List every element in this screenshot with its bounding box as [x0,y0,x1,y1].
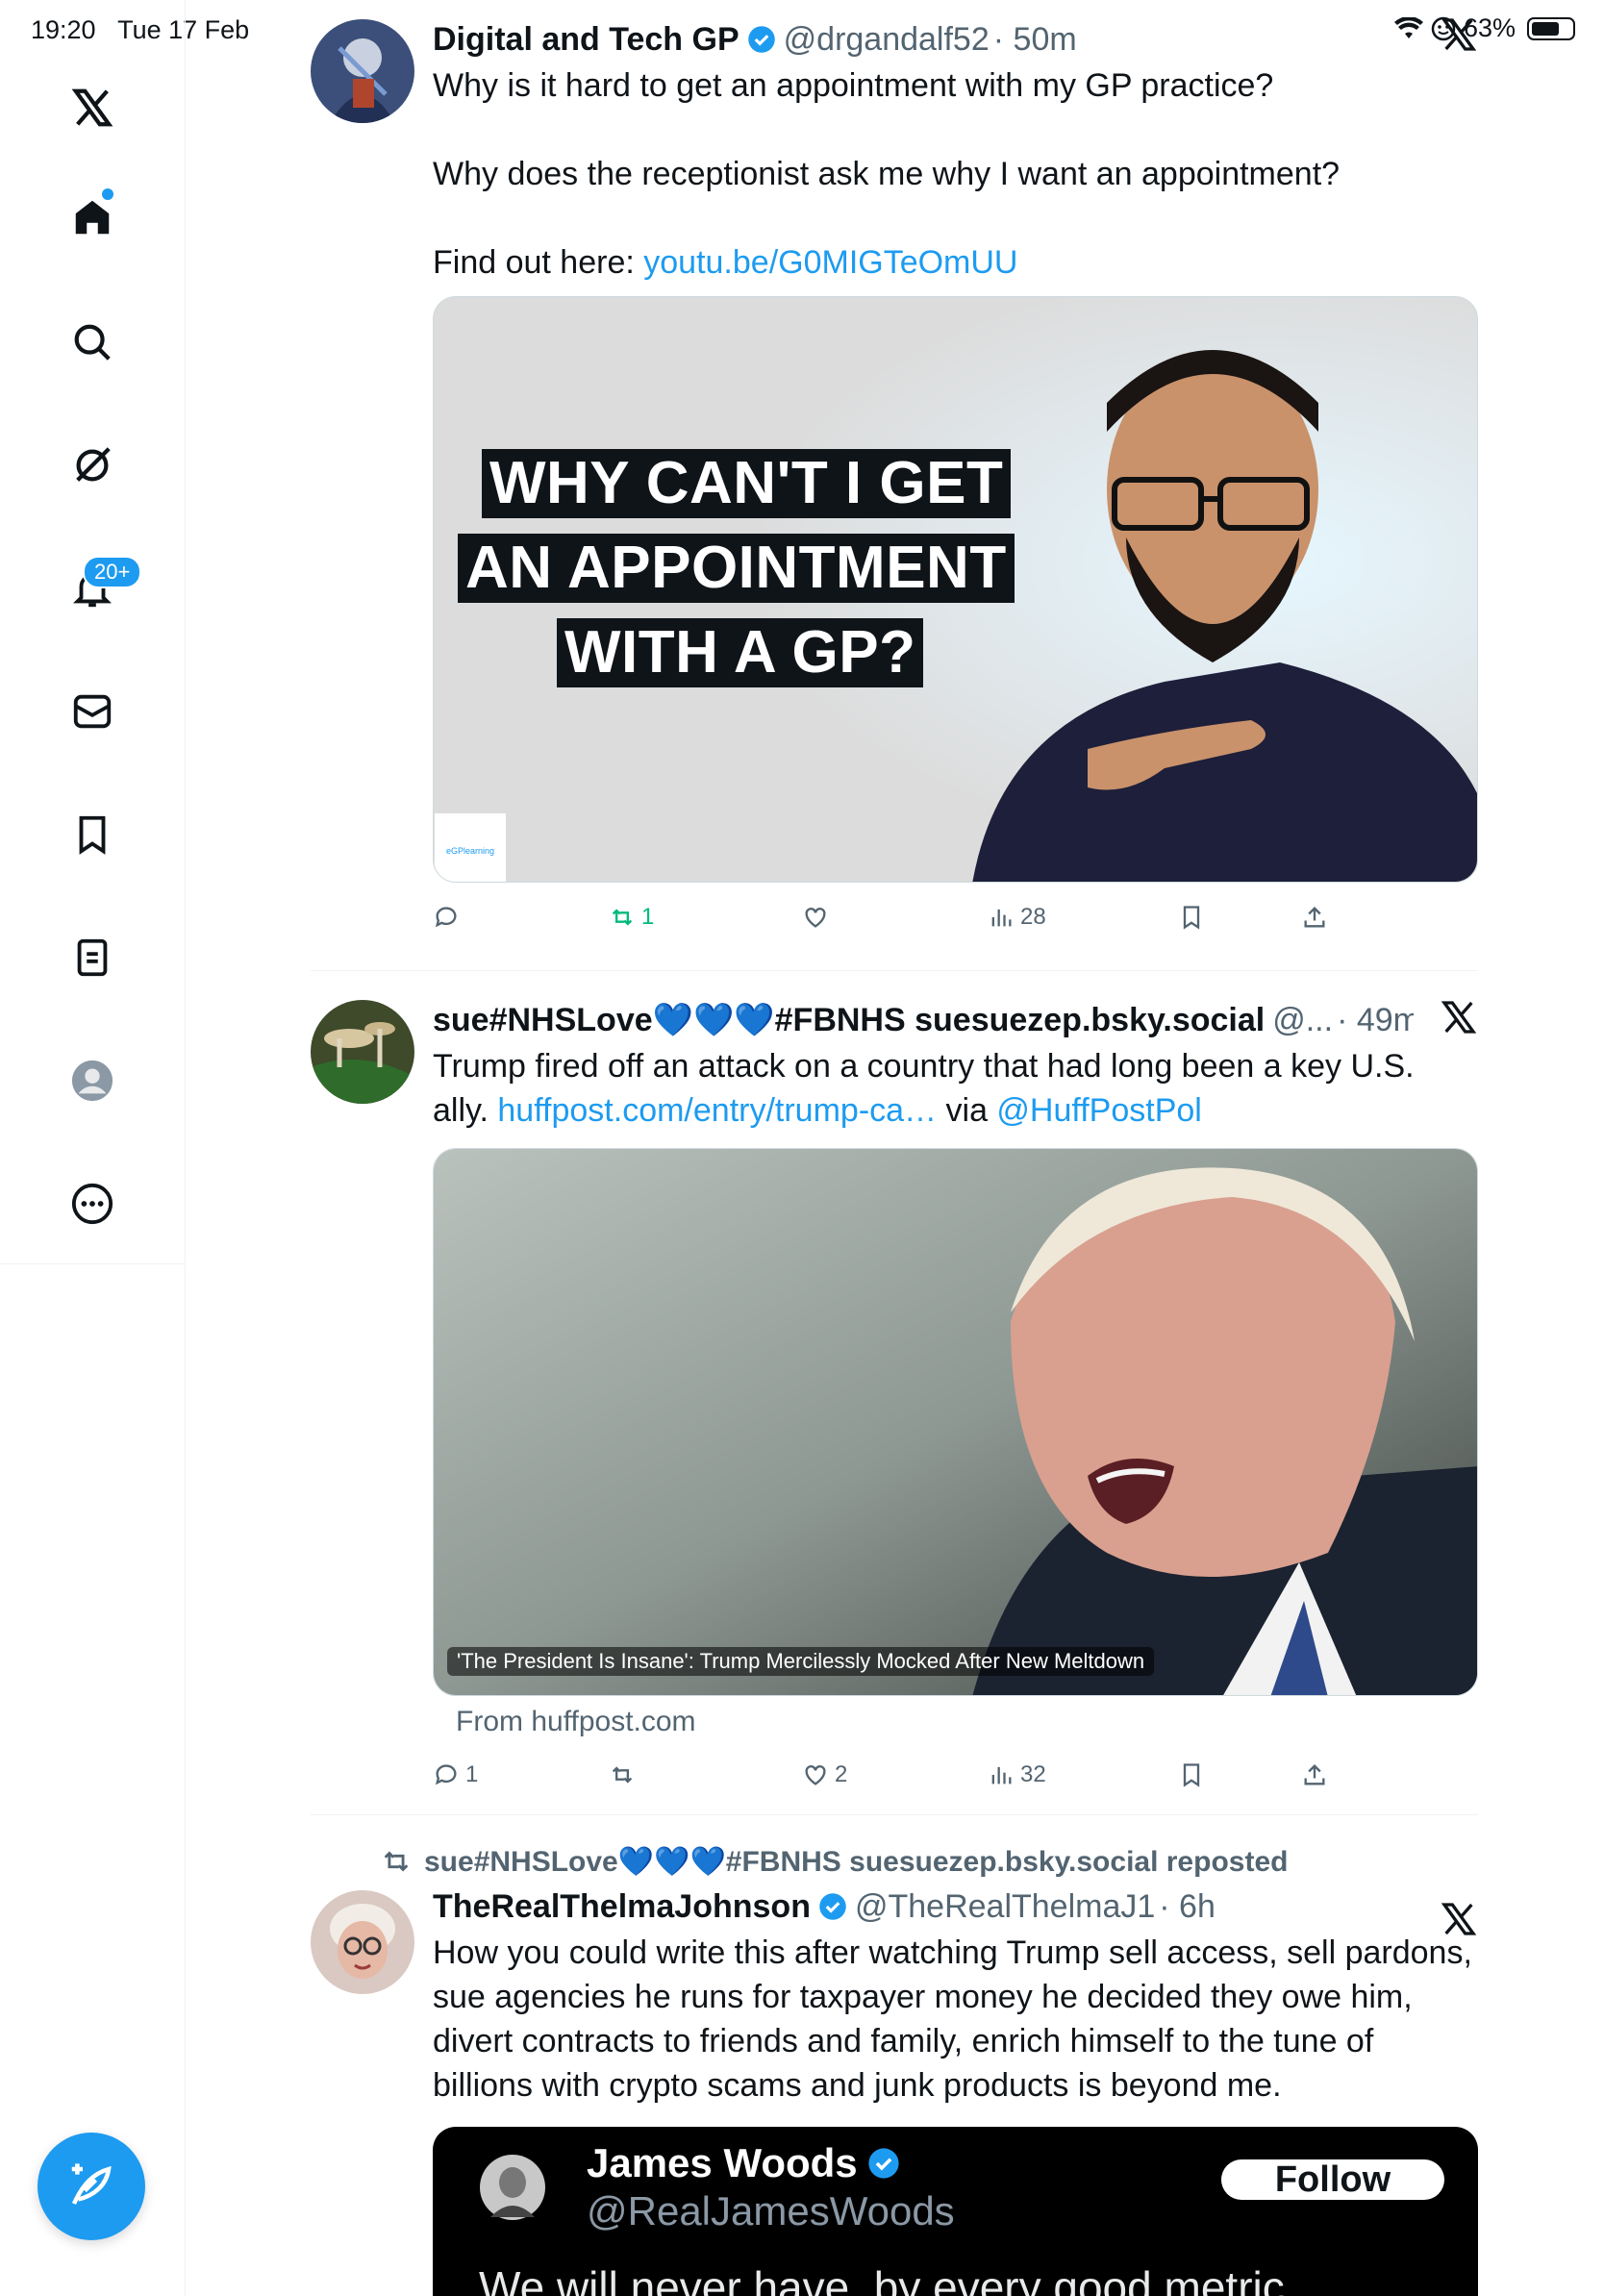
timestamp[interactable]: · 50m [993,21,1077,59]
tweet-separator [311,970,1478,971]
display-name[interactable]: sue#NHSLove💙💙💙#FBNHS suesuezep.bsky.soci… [433,1001,1265,1039]
reply-icon [435,907,457,928]
tweet-separator [311,1814,1478,1815]
news-photo-image [434,1149,1477,1695]
thumbnail-title-line: WHY CAN'T I GET [482,449,1012,518]
quoted-avatar [480,2155,545,2220]
reposted-by-line[interactable]: sue#NHSLove💙💙💙#FBNHS suesuezep.bsky.soci… [380,1840,1478,1883]
verified-badge-icon [819,1893,846,1920]
bookmark-icon [1183,1763,1200,1787]
tweet-text-line: Why is it hard to get an appointment wit… [433,67,1274,104]
tweet-actions: 1 28 [433,888,1478,946]
profile-icon[interactable] [58,1046,127,1115]
quoted-tweet-image[interactable]: James Woods @RealJamesWoods Follow We wi… [433,2127,1478,2296]
avatar[interactable] [311,1890,414,1994]
display-name[interactable]: TheRealThelmaJohnson [433,1888,811,1926]
views-chart-icon [991,909,1012,927]
messages-icon[interactable] [58,677,127,746]
x-logo-icon[interactable] [58,73,127,142]
x-logo-icon[interactable] [1440,1900,1478,1938]
tweet-1[interactable]: Digital and Tech GP @drgandalf52 · 50m W… [311,15,1478,946]
reply-button[interactable]: 1 [433,1761,609,1788]
home-icon[interactable] [58,183,127,252]
link-card-domain[interactable]: From huffpost.com [456,1706,1478,1738]
heart-icon [805,908,826,928]
battery-icon [1527,16,1575,40]
tweet-text: Why is it hard to get an appointment wit… [433,63,1478,285]
handle[interactable]: @... [1272,1002,1333,1039]
share-button[interactable] [1301,1761,1328,1788]
repost-icon [384,1851,409,1872]
reply-button[interactable] [433,904,609,931]
search-icon[interactable] [58,308,127,377]
home-unread-dot [102,188,113,200]
feather-plus-icon [71,2163,112,2205]
views-button[interactable]: 28 [988,904,1178,931]
quoted-display-name: James Woods [587,2140,900,2186]
avatar[interactable] [311,1000,414,1104]
egplearning-logo: eGPlearning [434,812,507,882]
heart-icon [805,1765,826,1785]
tweet-text-line: Find out here: youtu.be/G0MIGTeOmUU [433,244,1018,281]
quoted-handle: @RealJamesWoods [587,2188,955,2234]
reply-icon [435,1764,457,1785]
tweet-actions: 1 2 32 [433,1746,1478,1804]
views-chart-icon [991,1766,1012,1784]
sidebar: 20+ [0,0,186,2296]
share-icon [1304,907,1325,928]
like-button[interactable] [802,904,988,931]
verified-badge-icon [868,2148,899,2179]
handle[interactable]: @drgandalf52 [784,21,990,59]
avatar[interactable] [311,19,414,123]
bookmarks-icon[interactable] [58,800,127,869]
notifications-badge: 20+ [83,556,142,588]
tweet-link[interactable]: huffpost.com/entry/trump-ca… [497,1092,937,1129]
tweet-header: Digital and Tech GP @drgandalf52 · 50m [433,15,1478,63]
video-thumbnail[interactable]: WHY CAN'T I GET AN APPOINTMENT WITH A GP… [433,296,1478,883]
more-options-icon[interactable] [58,1169,127,1238]
tweet-header: TheRealThelmaJohnson @TheRealThelmaJ1 · … [433,1883,1478,1931]
tweet-text: How you could write this after watching … [433,1934,1472,2104]
repost-button[interactable]: 1 [609,904,802,931]
display-name[interactable]: Digital and Tech GP [433,21,739,59]
repost-icon [612,1766,633,1784]
thumbnail-title-line: WITH A GP? [557,618,924,687]
link-card-image[interactable]: 'The President Is Insane': Trump Mercile… [433,1148,1478,1696]
lists-icon[interactable] [58,923,127,992]
bookmark-button[interactable] [1178,904,1301,931]
tweet-3[interactable]: sue#NHSLove💙💙💙#FBNHS suesuezep.bsky.soci… [311,1840,1478,2296]
repost-button[interactable] [609,1761,802,1788]
tweet-text: Trump fired off an attack on a country t… [433,1048,1415,1129]
tweet-text-line: Why does the receptionist ask me why I w… [433,156,1341,192]
handle[interactable]: @TheRealThelmaJ1 [855,1888,1155,1926]
share-icon [1304,1764,1325,1785]
thumbnail-title-line: AN APPOINTMENT [458,534,1015,603]
like-button[interactable]: 2 [802,1761,988,1788]
sidebar-divider [0,1263,186,1264]
views-button[interactable]: 32 [988,1761,1178,1788]
share-button[interactable] [1301,904,1328,931]
bookmark-icon [1183,906,1200,930]
verified-badge-icon [747,26,775,53]
tweet-link[interactable]: youtu.be/G0MIGTeOmUU [643,244,1017,281]
follow-button[interactable]: Follow [1221,2159,1444,2200]
x-logo-icon[interactable] [1440,15,1478,54]
timestamp[interactable]: · 49m [1337,1002,1414,1039]
x-logo-icon[interactable] [1440,998,1478,1036]
link-card-headline: 'The President Is Insane': Trump Mercile… [447,1647,1155,1676]
quoted-text: We will never have, by every good metric [479,2262,1285,2296]
grok-icon[interactable] [58,431,127,500]
compose-post-button[interactable] [38,2133,145,2240]
timestamp[interactable]: · 6h [1159,1888,1216,1926]
bookmark-button[interactable] [1178,1761,1301,1788]
mention-link[interactable]: @HuffPostPol [996,1092,1201,1129]
tweet-2[interactable]: sue#NHSLove💙💙💙#FBNHS suesuezep.bsky.soci… [311,996,1478,1804]
tweet-header: sue#NHSLove💙💙💙#FBNHS suesuezep.bsky.soci… [433,996,1414,1044]
repost-icon [612,909,633,926]
